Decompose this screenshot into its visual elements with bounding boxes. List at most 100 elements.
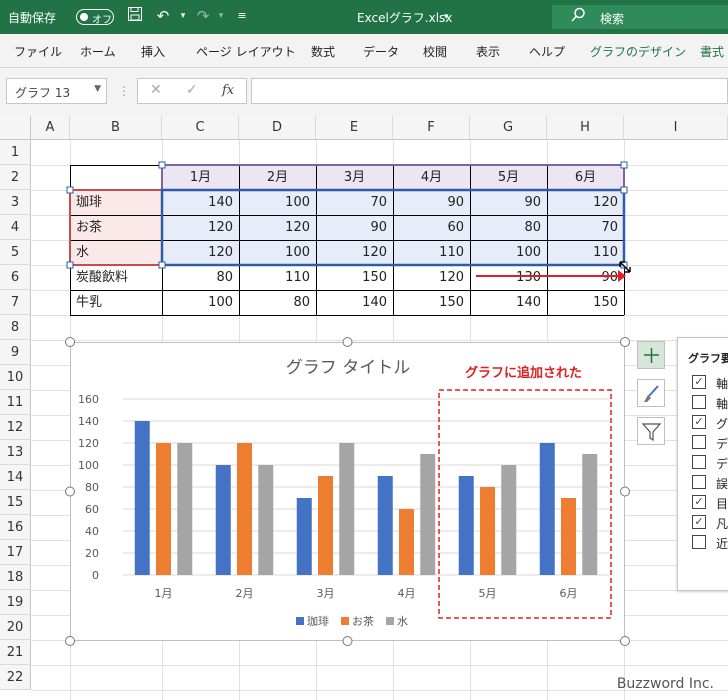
table-cell[interactable]: 100 bbox=[239, 240, 316, 265]
file-name[interactable]: Excelグラフ.xlsx bbox=[357, 9, 452, 26]
row-header-21[interactable]: 21 bbox=[0, 640, 31, 665]
checkbox-unchecked[interactable] bbox=[692, 455, 706, 469]
row-header-10[interactable]: 10 bbox=[0, 365, 31, 390]
column-header-e[interactable]: E bbox=[316, 116, 393, 140]
column-header-g[interactable]: G bbox=[470, 116, 547, 140]
row-header-2[interactable]: 2 bbox=[0, 165, 31, 190]
table-header-cell[interactable]: 4月 bbox=[393, 165, 470, 190]
table-cell[interactable]: 120 bbox=[162, 215, 239, 240]
insert-function-icon[interactable]: fx bbox=[222, 83, 234, 98]
column-header-a[interactable]: A bbox=[31, 116, 70, 140]
row-header-20[interactable]: 20 bbox=[0, 615, 31, 640]
save-icon[interactable] bbox=[125, 6, 145, 26]
checkbox-unchecked[interactable] bbox=[692, 535, 706, 549]
table-cell[interactable]: 120 bbox=[239, 215, 316, 240]
table-cell[interactable]: 100 bbox=[162, 290, 239, 315]
table-cell[interactable]: 110 bbox=[239, 265, 316, 290]
redo-dropdown-icon[interactable]: ▾ bbox=[211, 6, 231, 26]
tab-help[interactable]: ヘルプ bbox=[529, 43, 565, 60]
chevron-down-icon[interactable]: ▼ bbox=[94, 84, 101, 94]
table-cell[interactable]: 150 bbox=[316, 265, 393, 290]
row-header-13[interactable]: 13 bbox=[0, 440, 31, 465]
checkbox-unchecked[interactable] bbox=[692, 475, 706, 489]
chart-elements-button[interactable] bbox=[637, 341, 665, 369]
column-header-h[interactable]: H bbox=[547, 116, 624, 140]
tab-home[interactable]: ホーム bbox=[80, 43, 116, 60]
chart-filters-button[interactable] bbox=[637, 417, 665, 445]
row-header-12[interactable]: 12 bbox=[0, 415, 31, 440]
row-header-14[interactable]: 14 bbox=[0, 465, 31, 490]
table-cell[interactable]: 120 bbox=[162, 240, 239, 265]
tab-chart-design[interactable]: グラフのデザイン bbox=[590, 43, 686, 60]
tab-page-layout[interactable]: ページ レイアウト bbox=[196, 43, 296, 60]
table-cell[interactable]: 70 bbox=[547, 215, 624, 240]
row-header-11[interactable]: 11 bbox=[0, 390, 31, 415]
table-row-label[interactable]: 牛乳 bbox=[70, 290, 162, 315]
row-header-1[interactable]: 1 bbox=[0, 140, 31, 165]
undo-icon[interactable]: ↶ bbox=[153, 6, 173, 26]
chart[interactable]: グラフ タイトル 0 20 40 60 80 100 120 140 160 1月 2月 3月 4月 5月 6… bbox=[70, 342, 625, 641]
formula-input[interactable] bbox=[251, 78, 728, 104]
table-cell[interactable]: 110 bbox=[547, 240, 624, 265]
column-header-b[interactable]: B bbox=[70, 116, 162, 140]
tab-formulas[interactable]: 数式 bbox=[311, 43, 335, 60]
row-header-6[interactable]: 6 bbox=[0, 265, 31, 290]
row-header-9[interactable]: 9 bbox=[0, 340, 31, 365]
checkbox-checked[interactable]: ✓ bbox=[692, 495, 706, 509]
table-header-cell[interactable]: 1月 bbox=[162, 165, 239, 190]
row-header-15[interactable]: 15 bbox=[0, 490, 31, 515]
table-cell[interactable]: 150 bbox=[393, 290, 470, 315]
table-cell[interactable]: 80 bbox=[239, 290, 316, 315]
row-header-4[interactable]: 4 bbox=[0, 215, 31, 240]
tab-insert[interactable]: 挿入 bbox=[141, 43, 165, 60]
table-row-label[interactable]: 水 bbox=[70, 240, 162, 265]
cancel-icon[interactable]: ✕ bbox=[150, 82, 162, 98]
row-header-17[interactable]: 17 bbox=[0, 540, 31, 565]
tab-review[interactable]: 校閲 bbox=[423, 43, 447, 60]
search-box[interactable]: 検索 bbox=[552, 5, 728, 29]
row-header-22[interactable]: 22 bbox=[0, 665, 31, 690]
table-header-cell[interactable]: 2月 bbox=[239, 165, 316, 190]
table-cell[interactable]: 90 bbox=[547, 265, 624, 290]
checkbox-checked[interactable]: ✓ bbox=[692, 515, 706, 529]
checkbox-unchecked[interactable] bbox=[692, 395, 706, 409]
table-cell[interactable]: 140 bbox=[316, 290, 393, 315]
redo-icon[interactable]: ↷ bbox=[193, 6, 213, 26]
table-header-cell[interactable]: 3月 bbox=[316, 165, 393, 190]
table-cell[interactable]: 80 bbox=[162, 265, 239, 290]
table-cell[interactable]: 120 bbox=[316, 240, 393, 265]
table-cell[interactable]: 140 bbox=[470, 290, 547, 315]
autosave-toggle[interactable]: オフ bbox=[76, 9, 114, 26]
row-header-8[interactable]: 8 bbox=[0, 315, 31, 340]
column-header-d[interactable]: D bbox=[239, 116, 316, 140]
row-header-16[interactable]: 16 bbox=[0, 515, 31, 540]
name-box[interactable]: グラフ 13 ▼ bbox=[6, 78, 107, 104]
row-header-5[interactable]: 5 bbox=[0, 240, 31, 265]
table-cell[interactable]: 90 bbox=[316, 215, 393, 240]
checkbox-checked[interactable]: ✓ bbox=[692, 375, 706, 389]
table-cell[interactable]: 70 bbox=[316, 190, 393, 215]
table-header-cell[interactable]: 6月 bbox=[547, 165, 624, 190]
table-cell[interactable]: 110 bbox=[393, 240, 470, 265]
chart-styles-button[interactable] bbox=[637, 379, 665, 407]
customize-toolbar-icon[interactable]: ≡ bbox=[232, 6, 252, 26]
select-all-corner[interactable] bbox=[0, 116, 31, 140]
table-row-label[interactable]: お茶 bbox=[70, 215, 162, 240]
tab-data[interactable]: データ bbox=[363, 43, 399, 60]
row-header-19[interactable]: 19 bbox=[0, 590, 31, 615]
chart-title[interactable]: グラフ タイトル bbox=[286, 358, 410, 378]
tab-format[interactable]: 書式 bbox=[700, 43, 724, 60]
table-cell[interactable]: 60 bbox=[393, 215, 470, 240]
tab-file[interactable]: ファイル bbox=[14, 43, 62, 60]
table-cell[interactable]: 130 bbox=[470, 265, 547, 290]
checkbox-unchecked[interactable] bbox=[692, 435, 706, 449]
row-header-3[interactable]: 3 bbox=[0, 190, 31, 215]
undo-dropdown-icon[interactable]: ▾ bbox=[173, 6, 193, 26]
table-cell[interactable]: 80 bbox=[470, 215, 547, 240]
column-header-f[interactable]: F bbox=[393, 116, 470, 140]
tab-view[interactable]: 表示 bbox=[476, 43, 500, 60]
table-cell[interactable]: 100 bbox=[239, 190, 316, 215]
table-cell[interactable]: 100 bbox=[470, 240, 547, 265]
column-header-c[interactable]: C bbox=[162, 116, 239, 140]
filename-chevron-down-icon[interactable]: ▾ bbox=[444, 12, 449, 22]
